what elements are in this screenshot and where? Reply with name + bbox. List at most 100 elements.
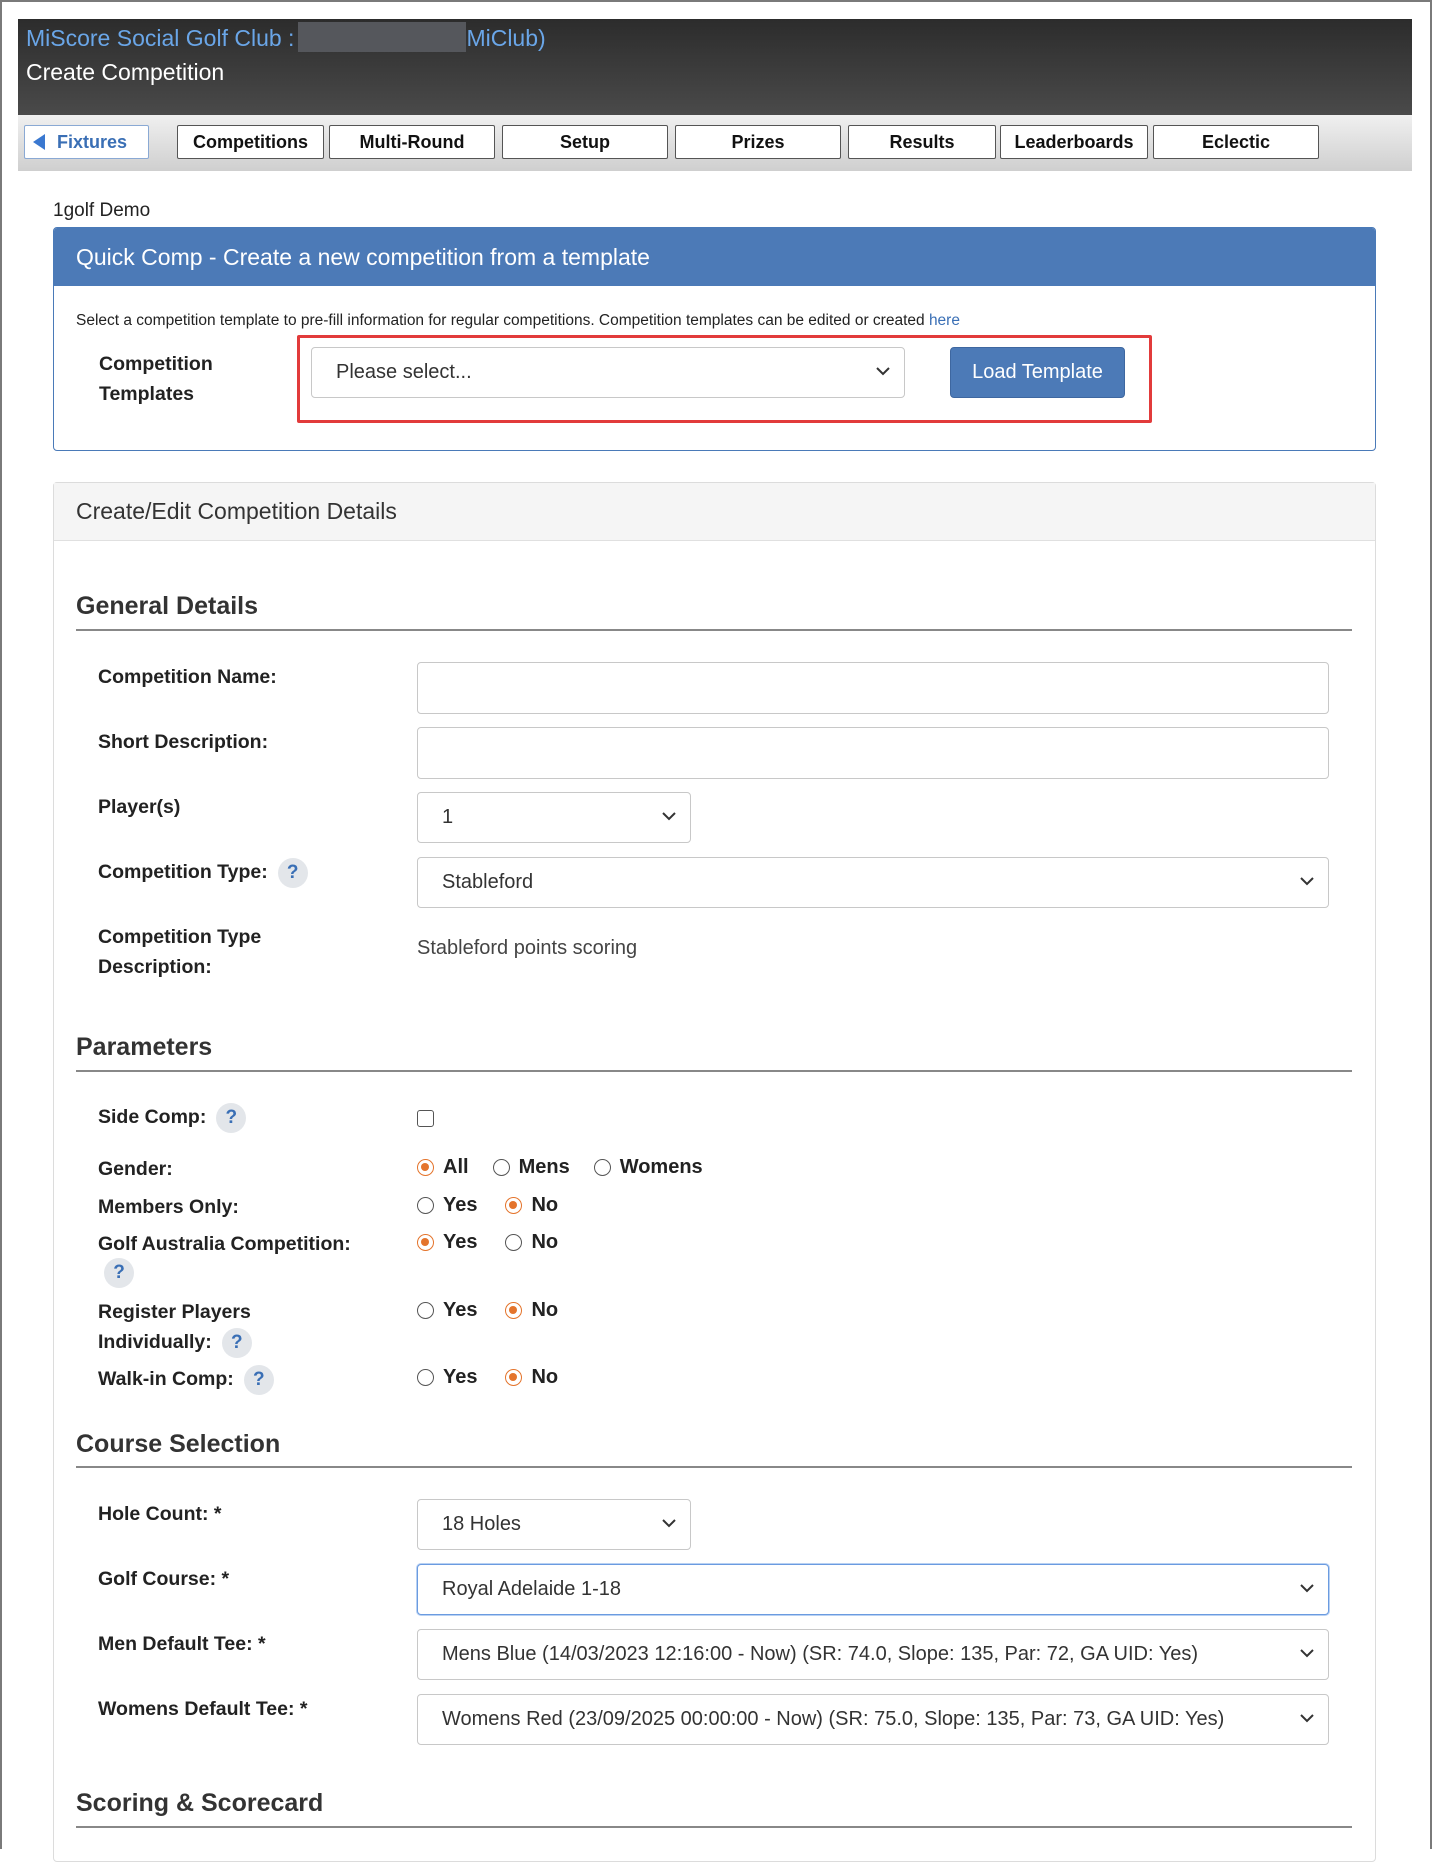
templates-label-line2: Templates bbox=[99, 383, 195, 405]
chevron-down-icon bbox=[662, 1518, 676, 1527]
section-divider bbox=[76, 1466, 1352, 1468]
womens-default-tee-label: Womens Default Tee: * bbox=[98, 1698, 308, 1720]
app-header: MiScore Social Golf Club : MiClub) Create… bbox=[18, 19, 1412, 115]
option-label: Womens bbox=[619, 1156, 703, 1178]
type-description-value: Stableford points scoring bbox=[417, 937, 638, 959]
select-value: 1 bbox=[442, 806, 454, 828]
tab-prizes[interactable]: Prizes bbox=[675, 125, 841, 159]
competition-name-label: Competition Name: bbox=[98, 666, 277, 688]
radio-button[interactable] bbox=[593, 1159, 611, 1176]
gender-all-option[interactable]: All bbox=[417, 1156, 469, 1179]
option-label: Yes bbox=[443, 1299, 478, 1321]
organisation-name: 1golf Demo bbox=[53, 200, 151, 221]
tab-eclectic[interactable]: Eclectic bbox=[1153, 125, 1319, 159]
radio-button[interactable] bbox=[492, 1159, 510, 1176]
question-icon[interactable]: ? bbox=[104, 1258, 134, 1288]
label-line2: Individually: bbox=[98, 1331, 212, 1353]
players-select[interactable]: 1 bbox=[417, 792, 691, 843]
load-template-button[interactable]: Load Template bbox=[950, 347, 1125, 398]
club-suffix[interactable]: MiClub) bbox=[466, 25, 545, 51]
page-title: Create Competition bbox=[26, 59, 225, 85]
chevron-down-icon bbox=[1300, 1713, 1314, 1722]
templates-label: Competition Templates bbox=[99, 349, 213, 409]
radio-button[interactable] bbox=[505, 1234, 523, 1251]
men-default-tee-select[interactable]: Mens Blue (14/03/2023 12:16:00 - Now) (S… bbox=[417, 1629, 1329, 1680]
question-icon[interactable]: ? bbox=[216, 1102, 247, 1133]
tab-multi-round[interactable]: Multi-Round bbox=[329, 125, 495, 159]
hole-count-select[interactable]: 18 Holes bbox=[417, 1499, 691, 1550]
tab-leaderboards[interactable]: Leaderboards bbox=[1000, 125, 1148, 159]
label-text: Walk-in Comp: bbox=[98, 1368, 234, 1390]
competition-name-input[interactable] bbox=[417, 662, 1329, 714]
walk-in-comp-yes[interactable]: Yes bbox=[417, 1366, 477, 1389]
type-description-label: Competition Type Description: bbox=[98, 922, 261, 982]
redacted-block bbox=[298, 21, 467, 52]
radio-button[interactable] bbox=[417, 1369, 434, 1386]
select-value: 18 Holes bbox=[442, 1513, 521, 1535]
walk-in-comp-label: Walk-in Comp:? bbox=[98, 1364, 274, 1395]
radio-button[interactable] bbox=[417, 1197, 434, 1214]
walk-in-comp-no[interactable]: No bbox=[505, 1366, 558, 1389]
tab-setup[interactable]: Setup bbox=[502, 125, 668, 159]
register-individually-yes[interactable]: Yes bbox=[417, 1299, 477, 1322]
parameters-heading: Parameters bbox=[76, 1033, 213, 1061]
template-select[interactable]: Please select... bbox=[311, 347, 905, 398]
golf-australia-yes[interactable]: Yes bbox=[417, 1231, 477, 1254]
label-line2: Description: bbox=[98, 956, 212, 978]
question-icon[interactable]: ? bbox=[243, 1364, 274, 1395]
question-icon[interactable]: ? bbox=[221, 1327, 252, 1358]
radio-button[interactable] bbox=[505, 1369, 523, 1386]
select-value: Royal Adelaide 1-18 bbox=[442, 1578, 622, 1600]
tab-competitions[interactable]: Competitions bbox=[177, 125, 324, 159]
short-description-input[interactable] bbox=[417, 727, 1329, 779]
members-only-label: Members Only: bbox=[98, 1196, 239, 1218]
golf-course-label: Golf Course: * bbox=[98, 1568, 230, 1590]
select-value: Mens Blue (14/03/2023 12:16:00 - Now) (S… bbox=[442, 1643, 1198, 1665]
gender-mens-option[interactable]: Mens bbox=[492, 1156, 570, 1179]
club-title[interactable]: MiScore Social Golf Club : MiClub) bbox=[26, 21, 546, 52]
hole-count-label: Hole Count: * bbox=[98, 1503, 222, 1525]
chevron-down-icon bbox=[1300, 876, 1314, 885]
select-value: Please select... bbox=[336, 361, 472, 383]
golf-course-select[interactable]: Royal Adelaide 1-18 bbox=[417, 1564, 1329, 1615]
players-label: Player(s) bbox=[98, 796, 181, 818]
option-label: Yes bbox=[443, 1366, 478, 1388]
nav-tabbar: Fixtures Competitions Multi-Round Setup … bbox=[18, 115, 1412, 171]
templates-link[interactable]: here bbox=[929, 312, 960, 329]
option-label: No bbox=[531, 1231, 559, 1253]
golf-australia-no[interactable]: No bbox=[505, 1231, 558, 1254]
golf-australia-radio-group: Yes No bbox=[417, 1231, 582, 1254]
section-divider bbox=[76, 1070, 1352, 1072]
competition-type-select[interactable]: Stableford bbox=[417, 857, 1329, 908]
option-label: No bbox=[531, 1299, 559, 1321]
members-only-no[interactable]: No bbox=[505, 1194, 558, 1217]
club-name[interactable]: MiScore Social Golf Club : bbox=[26, 25, 294, 51]
label-line1: Register Players bbox=[98, 1301, 251, 1323]
radio-button[interactable] bbox=[417, 1234, 434, 1251]
question-icon[interactable]: ? bbox=[277, 857, 308, 888]
tab-results[interactable]: Results bbox=[848, 125, 996, 159]
details-title: Create/Edit Competition Details bbox=[54, 483, 1375, 541]
label-text: Competition Type: bbox=[98, 861, 268, 883]
description-text: Select a competition template to pre-fil… bbox=[76, 312, 925, 329]
register-individually-radio-group: Yes No bbox=[417, 1299, 582, 1322]
gender-womens-option[interactable]: Womens bbox=[593, 1156, 703, 1179]
members-only-yes[interactable]: Yes bbox=[417, 1194, 477, 1217]
men-default-tee-label: Men Default Tee: * bbox=[98, 1633, 266, 1655]
tab-label: Fixtures bbox=[57, 131, 128, 152]
left-triangle-icon bbox=[33, 134, 45, 150]
radio-button[interactable] bbox=[417, 1159, 434, 1176]
tab-fixtures[interactable]: Fixtures bbox=[24, 125, 149, 159]
radio-button[interactable] bbox=[417, 1302, 434, 1319]
womens-default-tee-select[interactable]: Womens Red (23/09/2025 00:00:00 - Now) (… bbox=[417, 1694, 1329, 1745]
radio-button[interactable] bbox=[505, 1302, 523, 1319]
register-individually-no[interactable]: No bbox=[505, 1299, 558, 1322]
chevron-down-icon bbox=[876, 366, 890, 375]
section-divider bbox=[76, 629, 1352, 631]
side-comp-label: Side Comp:? bbox=[98, 1102, 247, 1133]
register-individually-label: Register Players Individually:? bbox=[98, 1297, 252, 1358]
radio-button[interactable] bbox=[505, 1197, 523, 1214]
gender-radio-group: All Mens Womens bbox=[417, 1156, 727, 1179]
option-label: Yes bbox=[443, 1231, 478, 1253]
side-comp-checkbox[interactable] bbox=[417, 1110, 434, 1127]
